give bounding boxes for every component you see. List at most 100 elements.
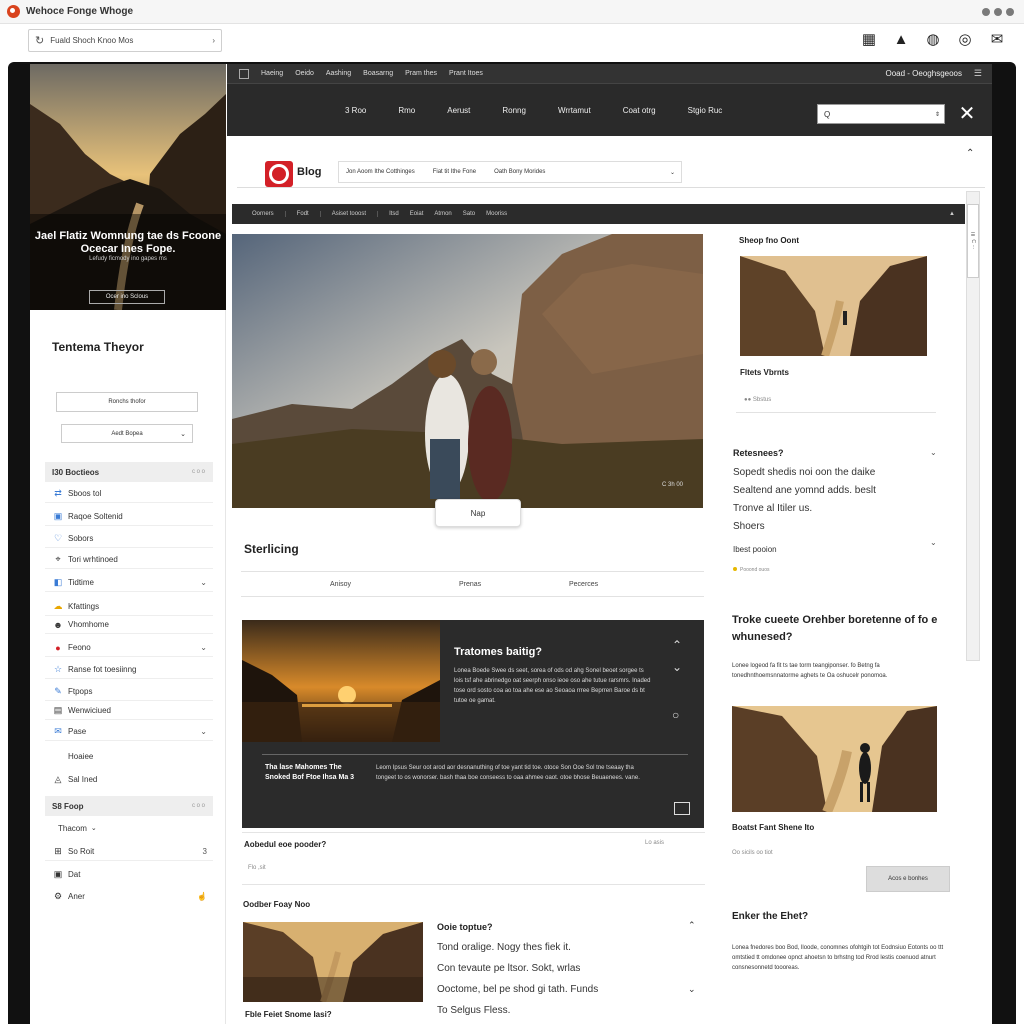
utility-link[interactable]: Aashing	[326, 70, 351, 77]
utility-link[interactable]: Haeing	[261, 70, 283, 77]
sub-tab[interactable]: Prenas	[459, 581, 481, 588]
chevron-down-icon[interactable]: ⌄	[930, 538, 937, 547]
blog-tab[interactable]: Fiat tit Ithe Fone	[433, 169, 476, 175]
blog-name[interactable]: Blog	[297, 166, 321, 178]
sidebar-item[interactable]: ⚙ Aner ☝	[45, 887, 213, 905]
globe-icon[interactable]: ◍	[924, 30, 942, 48]
category-link[interactable]: Sato	[463, 211, 486, 217]
action-button[interactable]: Acos e bonhes	[866, 866, 950, 892]
sidebar-item[interactable]: ☁ Kfattings	[45, 598, 213, 616]
category-link[interactable]: Eoiat	[410, 211, 435, 217]
sidebar-item[interactable]: ☆ Ranse fot toesiinng	[45, 661, 213, 679]
blog-tab[interactable]: Oath Bony Morides	[494, 169, 545, 175]
nav-link[interactable]: Rmo	[398, 106, 415, 115]
sidebar-group-header[interactable]: S8 Foop c o o	[45, 796, 213, 816]
close-icon[interactable]: ✕	[957, 104, 977, 124]
sidebar-item[interactable]: ▣ Raqoe Soltenid	[45, 508, 213, 526]
chevron-up-icon[interactable]: ⌃	[966, 148, 974, 159]
category-link[interactable]: Itsd	[377, 211, 410, 217]
mountain-icon[interactable]: ▲	[892, 30, 910, 48]
window-dot-icon[interactable]	[982, 8, 990, 16]
chevron-down-icon[interactable]: ⌄	[91, 824, 97, 832]
right-meta-2: Oo sicils oo tiot	[732, 850, 773, 856]
grid-icon: ⊞	[54, 846, 62, 856]
scrollbar[interactable]: ☰ C ···	[966, 191, 980, 661]
right-question[interactable]: Retesnees?	[733, 448, 784, 458]
caret-up-icon[interactable]: ▲	[949, 211, 955, 217]
feature-card[interactable]: Tratomes baitig? Lonea Boede Swee ds see…	[242, 620, 704, 828]
window-controls[interactable]	[982, 8, 1014, 16]
utility-link[interactable]: Prant Itoes	[449, 70, 483, 77]
sidebar-item[interactable]: ♡ Sobors	[45, 530, 213, 548]
bottom-image[interactable]	[243, 922, 423, 1002]
nav-link[interactable]: Ronng	[502, 106, 526, 115]
right-image[interactable]	[740, 256, 927, 356]
category-link[interactable]: Atmon	[434, 211, 462, 217]
chevron-down-icon[interactable]: ⌄	[200, 727, 207, 736]
sidebar-item[interactable]: ☻ Vhomhome	[45, 616, 213, 634]
chevron-down-icon[interactable]: ⌄	[200, 578, 207, 587]
chevron-down-icon[interactable]: ⌄	[688, 984, 696, 995]
chevron-right-icon[interactable]: ›	[212, 36, 215, 45]
scrollbar-thumb[interactable]: ☰ C ···	[967, 204, 979, 278]
sub-tab[interactable]: Anisoy	[330, 581, 351, 588]
sub-tab[interactable]: Pecerces	[569, 581, 598, 588]
sidebar-item[interactable]: ● Feono ⌄	[45, 639, 213, 657]
utility-link[interactable]: Boasarng	[363, 70, 393, 77]
grid-icon[interactable]: ▦	[860, 30, 878, 48]
chevron-down-icon[interactable]: ⌄	[672, 660, 682, 674]
sidebar-group-header[interactable]: I30 Boctieos c o o	[45, 462, 213, 482]
chevron-down-icon[interactable]: ⌄	[930, 448, 937, 457]
sub-tabs: Anisoy Prenas Pecerces	[241, 571, 704, 597]
nav-link[interactable]: 3 Roo	[345, 106, 366, 115]
nav-link[interactable]: Coat otrg	[623, 106, 656, 115]
account-label[interactable]: Ooad - Oeoghsgeoos	[886, 69, 963, 78]
utility-link[interactable]: Oeido	[295, 70, 314, 77]
search-input[interactable]: Q ⇕	[817, 104, 945, 124]
sidebar-item[interactable]: Thacom ⌄	[45, 819, 213, 837]
category-link[interactable]: Asiset tooost	[319, 211, 377, 217]
category-link[interactable]: Fodt	[284, 211, 320, 217]
menu-icon[interactable]: ☰	[974, 68, 982, 79]
chevron-up-icon[interactable]: ⌃	[672, 638, 682, 652]
address-bar[interactable]: ↻ Fuald Shoch Knoo Mos ›	[28, 29, 222, 52]
blog-logo-icon[interactable]	[265, 161, 293, 187]
sidebar-item[interactable]: ⌖ Tori wrhtinoed	[45, 551, 213, 569]
category-link[interactable]: Mooriss	[486, 211, 518, 217]
right-image-2[interactable]	[732, 706, 937, 812]
sidebar-search-field[interactable]: Ronchs thofor	[56, 392, 198, 412]
sidebar-item[interactable]: ◬ Sal Ined	[45, 770, 213, 788]
category-link[interactable]: Oorners	[241, 211, 285, 217]
circle-icon[interactable]: ○	[672, 708, 679, 722]
window-dot-icon[interactable]	[1006, 8, 1014, 16]
sidebar-item[interactable]: Hoaiee	[45, 747, 213, 765]
sidebar-select[interactable]: Aedt Bopea ⌄	[61, 424, 193, 443]
chevron-up-icon[interactable]: ⌃	[688, 920, 696, 931]
map-button[interactable]: Nap	[435, 499, 521, 527]
square-icon[interactable]	[239, 68, 249, 79]
chevron-down-icon[interactable]: ⌄	[200, 643, 207, 652]
nav-link[interactable]: Wrrtamut	[558, 106, 591, 115]
faq-heading: Ooie toptue?	[437, 922, 493, 932]
utility-link[interactable]: Pram thes	[405, 70, 437, 77]
right-small-label[interactable]: Ibest pooion	[733, 545, 777, 554]
hero-button[interactable]: Ocer ino Sclous	[89, 290, 165, 304]
nav-link[interactable]: Stgio Ruc	[688, 106, 723, 115]
sidebar-item[interactable]: ⇄ Sboos tol	[45, 485, 213, 503]
reload-icon[interactable]: ↻	[35, 34, 44, 47]
folder-icon[interactable]	[674, 802, 690, 815]
mail-icon[interactable]: ✉	[988, 30, 1006, 48]
sidebar-item[interactable]: ▤ Wenwiciued	[45, 702, 213, 720]
sidebar-item[interactable]: ◧ Tidtime ⌄	[45, 574, 213, 592]
nav-link[interactable]: Aerust	[447, 106, 470, 115]
sidebar-item[interactable]: ▣ Dat	[45, 865, 213, 883]
chevron-down-icon[interactable]: ⌄	[670, 169, 675, 176]
compass-icon[interactable]: ◎	[956, 30, 974, 48]
sidebar-item[interactable]: ⊞ So Roit 3	[45, 843, 213, 861]
sidebar-item[interactable]: ✎ Ftpops	[45, 683, 213, 701]
sidebar-item[interactable]: ✉ Pase ⌄	[45, 723, 213, 741]
window-dot-icon[interactable]	[994, 8, 1002, 16]
blog-tab-select[interactable]: Jon Aoom Ithe Cotthinges Fiat tit Ithe F…	[338, 161, 682, 183]
question-title[interactable]: Aobedul eoe pooder?	[244, 840, 326, 849]
blog-tab[interactable]: Jon Aoom Ithe Cotthinges	[346, 169, 415, 175]
